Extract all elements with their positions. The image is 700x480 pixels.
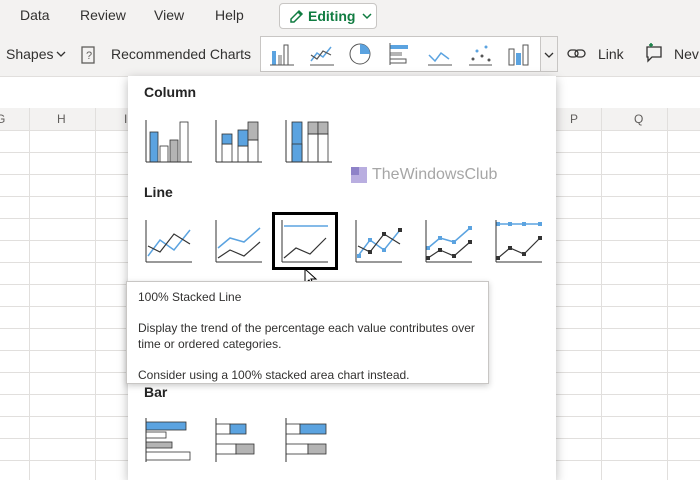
stacked-line-with-markers-chart-option[interactable] [424,216,474,266]
menu-view[interactable]: View [154,7,184,23]
stacked-line-chart-option[interactable] [214,216,264,266]
tooltip-title: 100% Stacked Line [138,290,242,304]
100-stacked-line-with-markers-chart-option[interactable] [494,216,544,266]
column-header[interactable]: H [57,112,66,126]
column-divider [601,108,602,480]
menu-help[interactable]: Help [215,7,244,23]
pencil-icon [290,9,304,23]
gallery-chevron-icon [544,52,554,58]
column-chart-icon[interactable] [269,41,295,67]
line-chart-icon[interactable] [309,41,335,67]
clustered-column-chart-option[interactable] [144,116,194,166]
100-stacked-line-chart-option[interactable] [280,216,330,266]
column-divider [29,108,30,480]
ribbon-toolbar: Shapes ? Recommended Charts Link Nev [0,34,700,77]
column-divider [95,108,96,480]
pie-chart-icon[interactable] [347,41,373,67]
new-comment-icon [646,43,662,63]
stacked-column-chart-option[interactable] [214,116,264,166]
menu-review[interactable]: Review [80,7,126,23]
100-stacked-column-chart-option[interactable] [284,116,334,166]
column-header[interactable]: G [0,112,5,126]
shapes-button[interactable]: Shapes [6,46,53,62]
column-header[interactable]: I [124,112,127,126]
bar-section-title: Bar [144,384,168,400]
editing-mode-button[interactable]: Editing [279,3,377,29]
chart-gallery [260,36,558,72]
svg-text:?: ? [86,50,92,62]
recommended-charts-button[interactable]: Recommended Charts [111,46,251,62]
menu-data[interactable]: Data [20,7,50,23]
column-header[interactable]: P [570,112,578,126]
chart-type-dropdown: Column Line Bar [128,76,556,480]
editing-label: Editing [308,8,356,24]
watermark-logo-icon [351,167,367,183]
recommended-charts-icon: ? [81,46,95,64]
line-chart-option[interactable] [144,216,194,266]
line-with-markers-chart-option[interactable] [354,216,404,266]
bar-chart-icon[interactable] [387,41,413,67]
area-chart-icon[interactable] [427,41,453,67]
scatter-chart-icon[interactable] [467,41,493,67]
chevron-down-icon [362,13,372,20]
line-section-title: Line [144,184,173,200]
clustered-bar-chart-option[interactable] [144,416,194,466]
menu-bar: Data Review View Help Editing [0,0,700,34]
column-divider [667,108,668,480]
column-header[interactable]: Q [634,112,643,126]
chart-tooltip: 100% Stacked Line Display the trend of t… [126,281,489,384]
new-comment-button[interactable]: Nev [674,46,699,62]
gallery-expand-button[interactable] [540,36,558,72]
tooltip-note: Consider using a 100% stacked area chart… [138,368,410,382]
link-button[interactable]: Link [598,46,624,62]
tooltip-description-line2: time or ordered categories. [138,337,282,351]
100-stacked-bar-chart-option[interactable] [284,416,334,466]
tooltip-description: Display the trend of the percentage each… [138,321,475,335]
stacked-bar-chart-option[interactable] [214,416,264,466]
watermark-text: TheWindowsClub [372,166,498,183]
link-icon [567,49,586,58]
column-section-title: Column [144,84,197,100]
shapes-chevron-icon [56,51,66,57]
other-charts-icon[interactable] [505,41,531,67]
